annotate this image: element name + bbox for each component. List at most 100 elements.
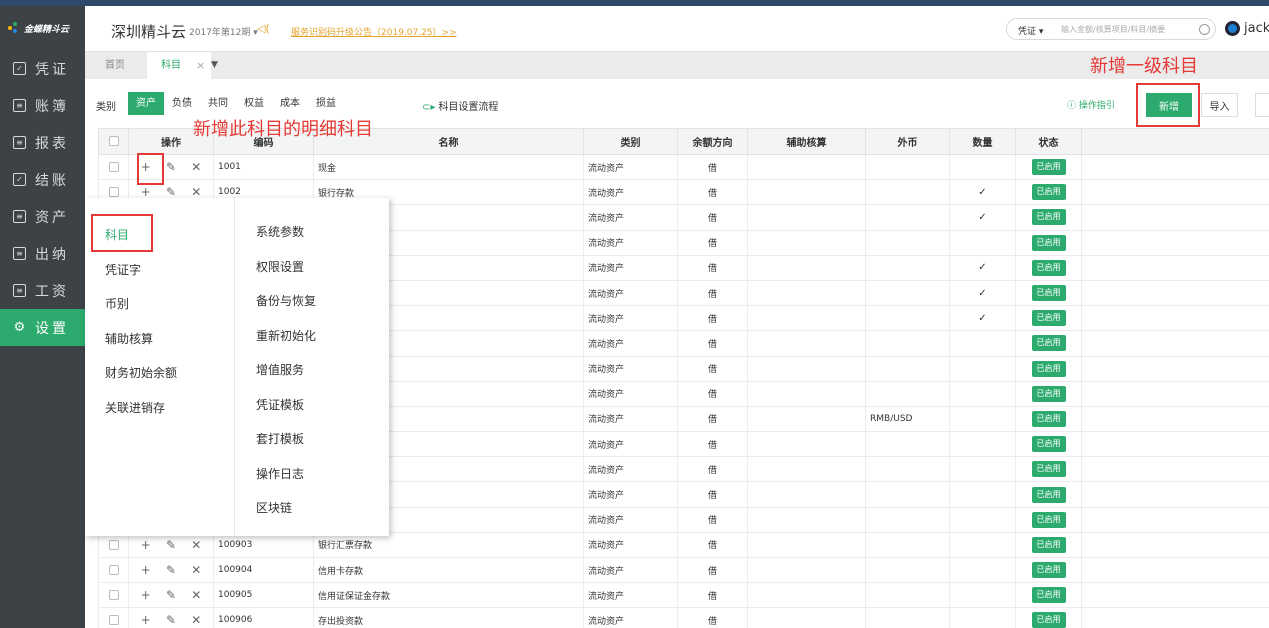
status-badge[interactable]: 已启用 [1031,259,1066,276]
sidebar-item-5[interactable]: ≡ 出纳 [0,235,85,272]
foreign-currency [865,456,950,483]
user-name[interactable]: jack [1244,21,1269,36]
status-badge[interactable]: 已启用 [1031,310,1066,327]
aux-accounting [747,305,866,332]
category-tab-5[interactable]: 损益 [308,92,344,115]
period-select[interactable]: 2017年第12期 ▾ [189,25,258,38]
status-badge[interactable]: 已启用 [1031,486,1066,503]
status-badge[interactable]: 已启用 [1031,536,1066,553]
category-tab-3[interactable]: 权益 [236,92,272,115]
sidebar-item-3[interactable]: ✓ 结账 [0,161,85,198]
menu-item-col1-5[interactable]: 关联进销存 [85,391,234,426]
sidebar-item-7[interactable]: ⚙ 设置 [0,309,85,346]
category-tab-4[interactable]: 成本 [272,92,308,115]
menu-item-col2-1[interactable]: 权限设置 [236,250,389,285]
menu-item-col2-0[interactable]: 系统参数 [236,215,389,250]
announcement-link[interactable]: 服务识别码升级公告（2019.07.25）>> [291,25,457,38]
status-badge[interactable]: 已启用 [1031,184,1066,201]
edit-pencil-icon[interactable]: ✎ [166,160,176,174]
sidebar-item-0[interactable]: ✓ 凭证 [0,50,85,87]
menu-item-col2-4[interactable]: 增值服务 [236,353,389,388]
sidebar-item-6[interactable]: ≡ 工资 [0,272,85,309]
balance-direction: 借 [677,431,748,458]
sidebar-item-4[interactable]: ≡ 资产 [0,198,85,235]
edit-pencil-icon[interactable]: ✎ [166,538,176,552]
row-select-cell[interactable] [98,607,129,628]
status-badge[interactable]: 已启用 [1031,385,1066,402]
row-select-cell[interactable] [98,556,129,584]
tab-home[interactable]: 首页 [105,52,125,79]
global-search[interactable]: 凭证 ▾ 输入金额/核算项目/科目/摘要 [1006,18,1216,40]
delete-icon[interactable]: ✕ [191,588,201,602]
status-badge[interactable]: 已启用 [1031,587,1066,604]
row-select-cell[interactable] [98,153,129,181]
status-badge[interactable]: 已启用 [1031,511,1066,528]
menu-item-col2-8[interactable]: 区块链 [236,491,389,526]
menu-item-col1-2[interactable]: 币别 [85,287,234,322]
menu-item-col2-5[interactable]: 凭证模板 [236,388,389,423]
table-row[interactable]: + ✎ ✕ 100903 银行汇票存款 流动资产借 已启用 [98,531,1269,559]
row-select-cell[interactable] [98,582,129,609]
account-category: 流动资产 [583,405,678,433]
category-tab-2[interactable]: 共同 [200,92,236,115]
sidebar-item-2[interactable]: ≡ 报表 [0,124,85,161]
app-logo[interactable]: 金蝶精斗云 [0,6,85,50]
delete-icon[interactable]: ✕ [191,563,201,577]
search-icon[interactable] [1199,24,1210,35]
row-checkbox[interactable] [108,187,119,198]
select-all-checkbox[interactable] [108,136,119,146]
edit-pencil-icon[interactable]: ✎ [166,563,176,577]
status-badge[interactable]: 已启用 [1031,612,1066,628]
status-badge[interactable]: 已启用 [1031,360,1066,377]
status-badge[interactable]: 已启用 [1031,234,1066,251]
menu-item-col1-3[interactable]: 辅助核算 [85,322,234,357]
category-tab-1[interactable]: 负债 [164,92,200,115]
status-badge[interactable]: 已启用 [1031,209,1066,226]
company-name[interactable]: 深圳精斗云 [111,21,186,42]
table-row[interactable]: + ✎ ✕ 1001 现金 流动资产借已启用 [98,153,1269,181]
menu-item-col1-4[interactable]: 财务初始余额 [85,356,234,391]
menu-item-col2-3[interactable]: 重新初始化 [236,319,389,354]
status-badge[interactable]: 已启用 [1031,436,1066,453]
user-avatar[interactable] [1225,21,1240,36]
row-checkbox[interactable] [108,161,119,172]
add-child-icon[interactable]: + [141,588,151,602]
status-badge[interactable]: 已启用 [1031,159,1066,176]
add-child-icon[interactable]: + [141,538,151,552]
menu-item-col2-6[interactable]: 套打模板 [236,422,389,457]
menu-item-col2-7[interactable]: 操作日志 [236,457,389,492]
menu-item-col2-2[interactable]: 备份与恢复 [236,284,389,319]
import-button[interactable]: 导入 [1201,93,1238,117]
guide-link[interactable]: ⓘ 操作指引 [1067,98,1115,111]
edit-pencil-icon[interactable]: ✎ [166,588,176,602]
tabs-dropdown-icon[interactable]: ▼ [211,52,218,79]
select-all-header[interactable] [98,128,129,155]
add-child-icon[interactable]: + [141,613,151,627]
edit-pencil-icon[interactable]: ✎ [166,613,176,627]
menu-item-col1-1[interactable]: 凭证字 [85,253,234,288]
delete-icon[interactable]: ✕ [191,613,201,627]
status-badge[interactable]: 已启用 [1031,562,1066,579]
search-type-select[interactable]: 凭证 ▾ [1018,24,1043,37]
status-badge[interactable]: 已启用 [1031,285,1066,302]
close-icon[interactable]: × [196,52,205,79]
status-badge[interactable]: 已启用 [1031,410,1066,427]
delete-icon[interactable]: ✕ [191,538,201,552]
row-checkbox[interactable] [108,615,119,626]
row-checkbox[interactable] [108,539,119,550]
more-button[interactable] [1255,93,1269,117]
table-row[interactable]: + ✎ ✕ 100905 信用证保证金存款 流动资产借 已启用 [98,582,1269,609]
add-child-icon[interactable]: + [141,563,151,577]
row-checkbox[interactable] [108,590,119,601]
table-row[interactable]: + ✎ ✕ 100904 信用卡存款 流动资产借 已启用 [98,556,1269,584]
category-tab-0[interactable]: 资产 [128,92,164,115]
delete-icon[interactable]: ✕ [191,160,201,174]
table-row[interactable]: + ✎ ✕ 100906 存出投资款 流动资产借 已启用 [98,607,1269,628]
row-checkbox[interactable] [108,564,119,575]
search-input[interactable]: 输入金额/核算项目/科目/摘要 [1061,24,1165,35]
account-setup-flow-link[interactable]: ⊂▸ 科目设置流程 [422,98,498,113]
sidebar-item-1[interactable]: ≡ 账簿 [0,87,85,124]
status-badge[interactable]: 已启用 [1031,461,1066,478]
status-badge[interactable]: 已启用 [1031,335,1066,352]
row-select-cell[interactable] [98,531,129,559]
